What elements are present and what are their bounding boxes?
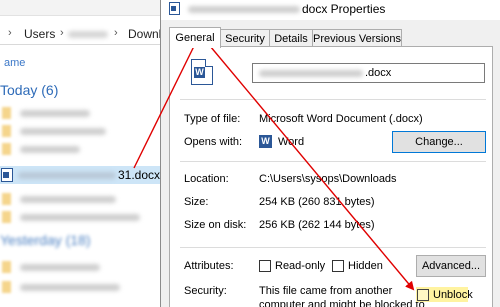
dialog-titlebar[interactable]: docx Properties <box>161 0 500 20</box>
file-icon <box>2 281 11 293</box>
word-document-icon: W <box>191 59 213 85</box>
hidden-checkbox[interactable] <box>332 260 344 272</box>
file-name-redacted <box>20 110 90 117</box>
security-message-line-2: computer and might be blocked to <box>259 299 425 307</box>
selected-file-name: 31.docx <box>118 168 161 182</box>
file-name-redacted <box>20 146 80 153</box>
type-of-file-value: Microsoft Word Document (.docx) <box>259 113 423 125</box>
group-header-yesterday[interactable]: Yesterday (18) <box>0 232 91 248</box>
file-name-redacted <box>259 70 363 77</box>
list-item[interactable] <box>0 258 166 276</box>
chevron-right-icon: › <box>60 27 64 39</box>
list-item[interactable] <box>0 122 166 140</box>
column-header-name[interactable]: ame <box>4 57 25 69</box>
word-app-icon: W <box>259 135 272 148</box>
security-label: Security: <box>184 285 227 297</box>
file-name-redacted <box>20 196 116 203</box>
list-item[interactable] <box>0 278 166 296</box>
explorer-toolbar <box>0 0 168 16</box>
address-bar[interactable]: › Users › › Downl <box>0 23 168 45</box>
selected-file-row[interactable]: 31.docx <box>0 166 166 184</box>
file-icon <box>2 211 11 223</box>
size-on-disk-label: Size on disk: <box>184 219 247 231</box>
breadcrumb-users[interactable]: Users <box>24 27 55 41</box>
divider <box>180 247 486 248</box>
properties-dialog: docx Properties General Security Details… <box>160 0 500 307</box>
chevron-right-icon: › <box>114 27 118 39</box>
list-item[interactable] <box>0 140 166 158</box>
read-only-label: Read-only <box>275 260 326 272</box>
file-name-redacted <box>20 214 140 221</box>
change-button[interactable]: Change... <box>392 131 486 153</box>
hidden-label: Hidden <box>348 260 383 272</box>
file-name-extension: .docx <box>365 67 392 79</box>
file-icon <box>2 143 11 155</box>
security-message-line-1: This file came from another <box>259 285 393 297</box>
word-document-icon <box>1 168 13 182</box>
size-value: 254 KB (260 831 bytes) <box>259 196 375 208</box>
file-name-input[interactable]: .docx <box>252 63 485 83</box>
tab-previous-versions[interactable]: Previous Versions <box>312 29 402 47</box>
breadcrumb-downloads[interactable]: Downl <box>128 27 161 41</box>
divider <box>180 99 486 100</box>
attributes-label: Attributes: <box>184 260 234 272</box>
unblock-label: Unblock <box>433 289 473 301</box>
unblock-checkbox[interactable] <box>417 289 429 301</box>
tab-general[interactable]: General <box>169 27 221 48</box>
group-header-today[interactable]: Today (6) <box>0 82 58 98</box>
advanced-button[interactable]: Advanced... <box>416 255 486 277</box>
file-name-redacted <box>18 172 116 179</box>
list-item[interactable] <box>0 208 166 226</box>
tab-security[interactable]: Security <box>220 29 270 47</box>
list-item[interactable] <box>0 190 166 208</box>
file-icon <box>2 107 11 119</box>
opens-with-value: Word <box>278 136 305 148</box>
location-value: C:\Users\sysops\Downloads <box>259 173 397 185</box>
file-icon <box>2 193 11 205</box>
title-filename-redacted <box>188 6 300 13</box>
size-on-disk-value: 256 KB (262 144 bytes) <box>259 219 375 231</box>
read-only-checkbox[interactable] <box>259 260 271 272</box>
size-label: Size: <box>184 196 209 208</box>
breadcrumb-redacted <box>68 31 108 38</box>
file-name-redacted <box>20 264 100 271</box>
opens-with-label: Opens with: <box>184 136 243 148</box>
file-name-redacted <box>20 128 106 135</box>
file-name-redacted <box>20 284 120 291</box>
file-explorer-window: › Users › › Downl ame Today (6) 31.docx … <box>0 0 168 307</box>
general-tab-panel: W .docx Type of file: Microsoft Word Doc… <box>169 46 493 307</box>
list-item[interactable] <box>0 104 166 122</box>
word-document-icon <box>169 2 180 15</box>
tab-details[interactable]: Details <box>269 29 313 47</box>
type-of-file-label: Type of file: <box>184 113 241 125</box>
file-icon <box>2 261 11 273</box>
file-icon <box>2 125 11 137</box>
location-label: Location: <box>184 173 229 185</box>
dialog-title: docx Properties <box>302 2 386 16</box>
divider <box>180 161 486 162</box>
chevron-right-icon: › <box>8 27 12 39</box>
